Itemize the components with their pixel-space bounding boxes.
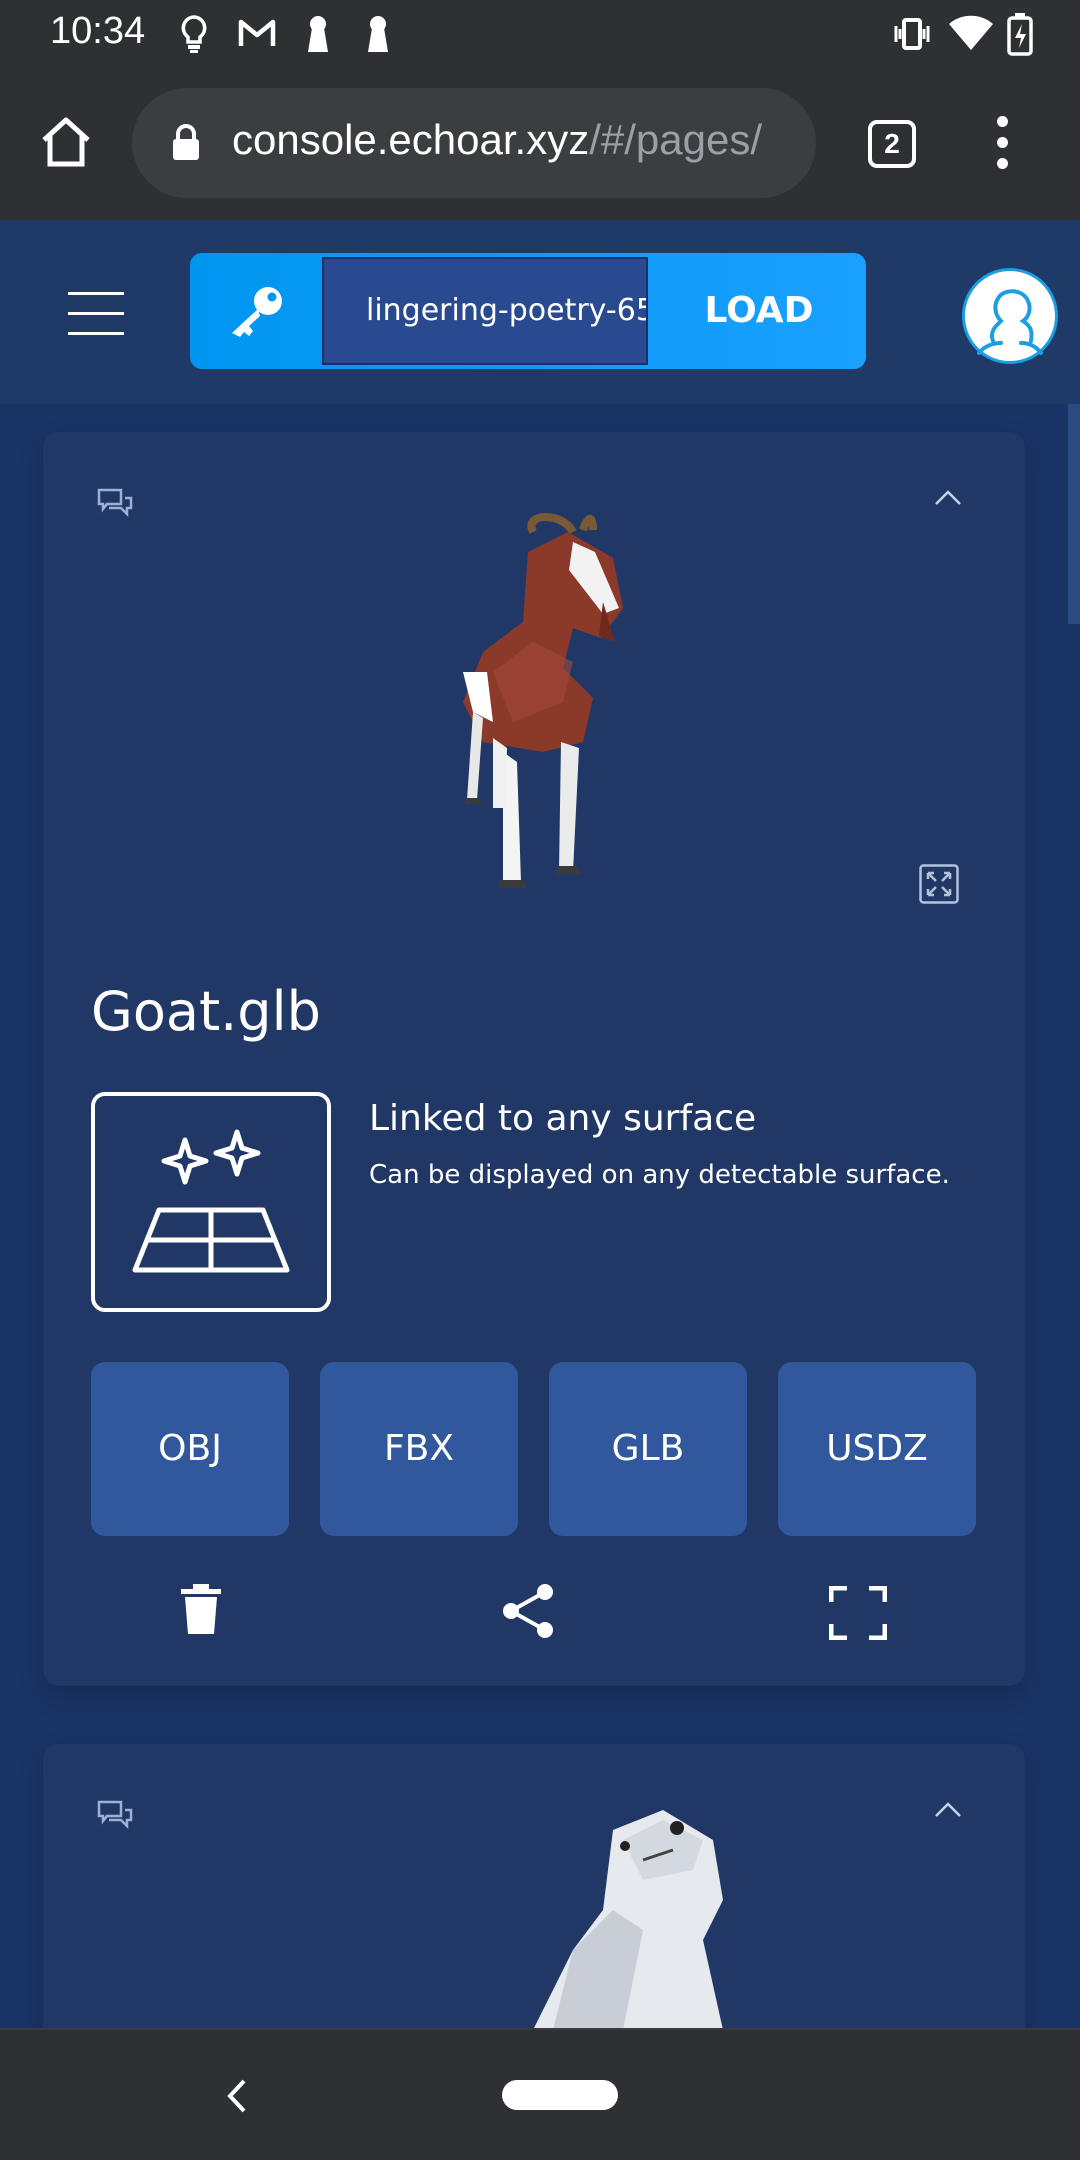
wifi-icon [948,14,994,58]
fullscreen-icon[interactable] [828,1585,888,1644]
model-card: Goat.glb Linked to any surface Can be di… [43,432,1025,1686]
avatar[interactable] [962,268,1058,364]
keyhole-icon [304,14,332,58]
scrollbar[interactable] [1068,404,1080,624]
model-title: Goat.glb [91,980,321,1043]
url-text: console.echoar.xyz/#/pages/ [232,116,762,164]
model-card [43,1744,1025,2028]
url-host: console.echoar.xyz [232,116,590,163]
url-path: /#/pages/ [589,116,763,163]
comment-icon[interactable] [97,1800,133,1840]
app-header: lingering-poetry-650 LOAD [0,220,1080,404]
lock-icon [170,122,202,166]
api-key-input[interactable]: lingering-poetry-650 [322,257,648,365]
back-icon[interactable] [226,2078,248,2118]
surface-title: Linked to any surface [369,1098,757,1139]
surface-type-icon-box [91,1092,331,1312]
status-bar: 10:34 [0,0,1080,68]
vibrate-icon [892,14,932,58]
api-key-group: lingering-poetry-650 LOAD [190,253,866,369]
user-avatar-icon [977,289,1043,355]
goat-model-image[interactable] [433,502,673,926]
expand-icon[interactable] [919,864,959,908]
system-nav-bar [0,2028,1080,2160]
surface-sparkle-icon [132,1129,290,1273]
format-button-usdz[interactable]: USDZ [778,1362,976,1536]
seal-model-image[interactable] [513,1800,753,2028]
format-button-obj[interactable]: OBJ [91,1362,289,1536]
format-button-fbx[interactable]: FBX [320,1362,518,1536]
share-icon[interactable] [499,1582,557,1644]
battery-charging-icon [1006,12,1034,60]
tab-switcher-button[interactable]: 2 [868,120,916,168]
surface-description: Can be displayed on any detectable surfa… [369,1160,950,1190]
chevron-up-icon[interactable] [933,1800,963,1824]
load-button[interactable]: LOAD [652,253,866,369]
keyhole-icon [364,14,392,58]
browser-toolbar: console.echoar.xyz/#/pages/ 2 [0,68,1080,220]
hamburger-menu-icon[interactable] [68,292,124,336]
key-icon [226,283,288,343]
home-pill[interactable] [502,2080,618,2110]
chevron-up-icon[interactable] [933,488,963,512]
format-button-glb[interactable]: GLB [549,1362,747,1536]
trash-icon[interactable] [179,1582,223,1640]
status-time: 10:34 [50,10,146,52]
home-icon[interactable] [36,112,96,172]
browser-menu-icon[interactable] [990,116,1014,176]
address-bar[interactable]: console.echoar.xyz/#/pages/ [132,88,816,198]
lightbulb-icon [178,14,210,58]
screen: 10:34 console.echoar.xyz/#/pages/ 2 ling… [0,0,1080,2160]
content-area: Goat.glb Linked to any surface Can be di… [0,404,1080,2028]
gmail-icon [238,18,276,52]
comment-icon[interactable] [97,488,133,528]
